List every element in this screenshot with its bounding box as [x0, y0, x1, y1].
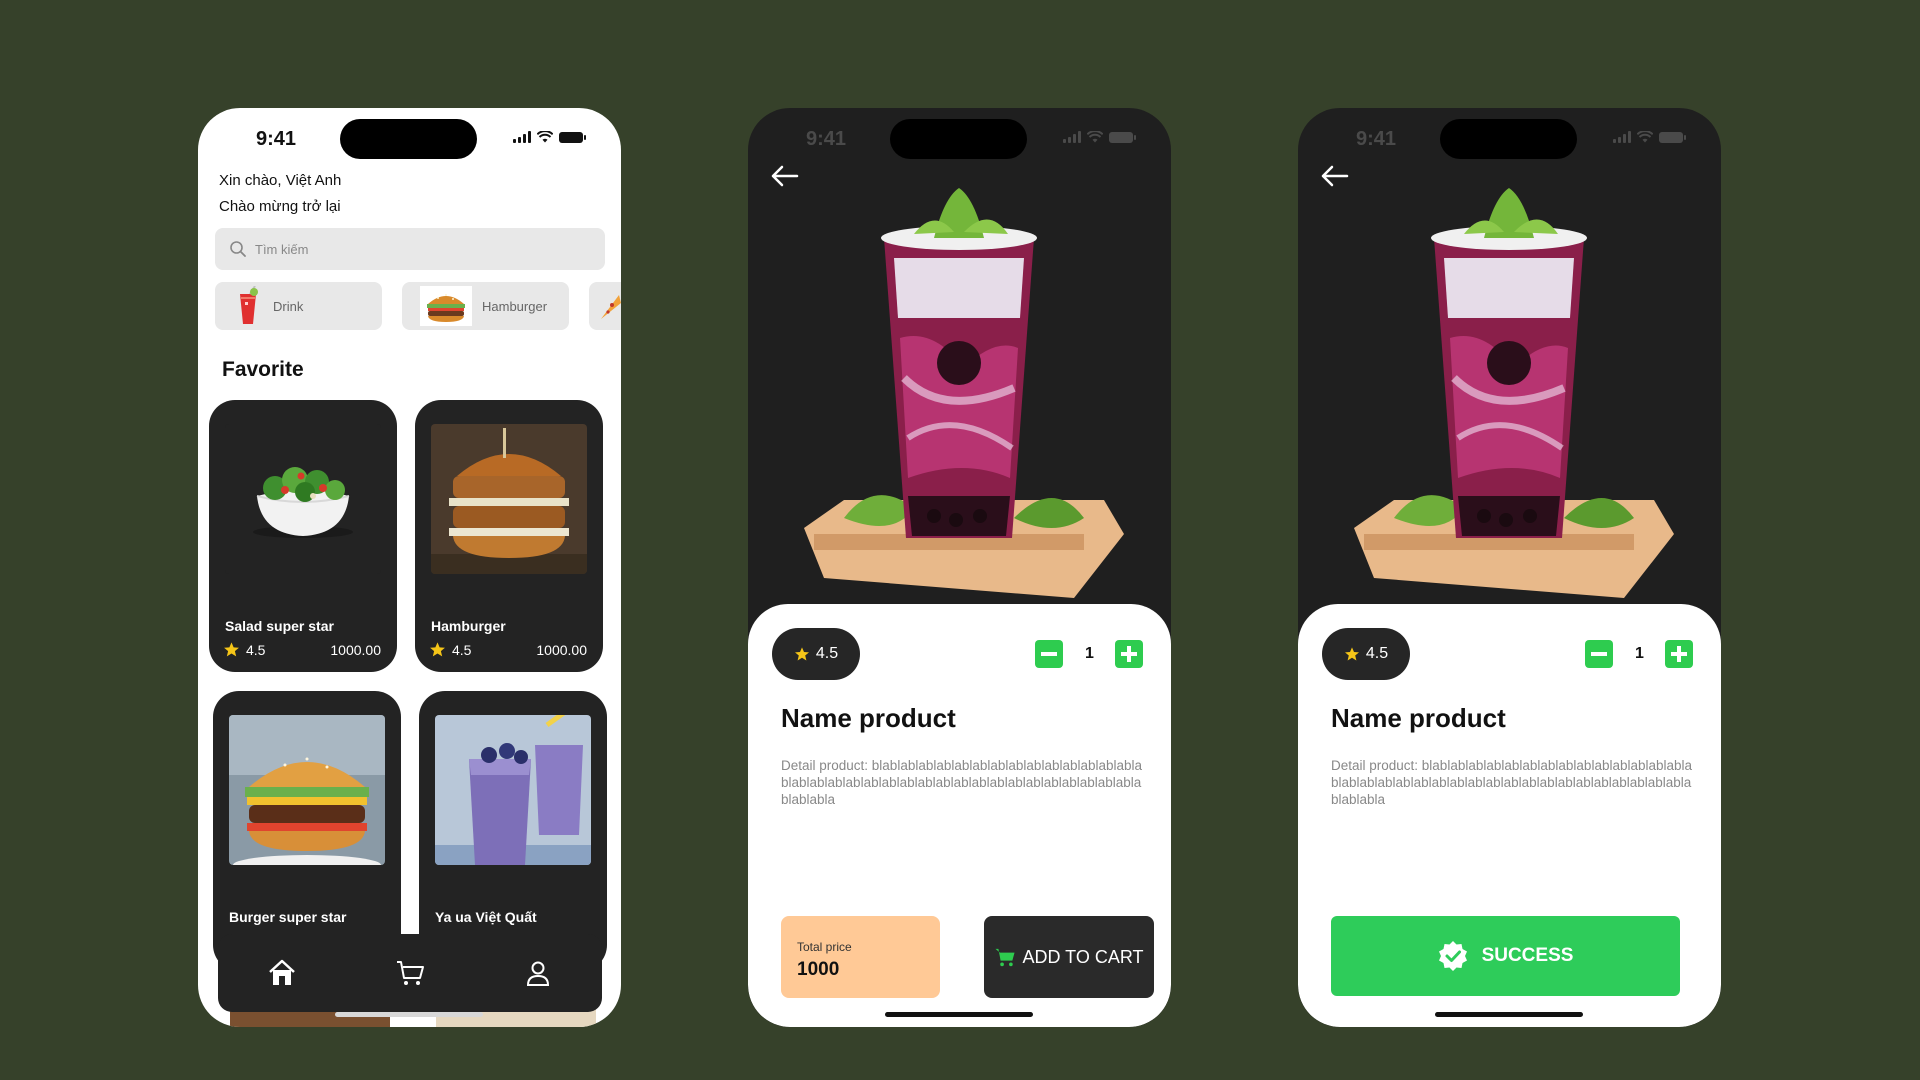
signal-icon — [1063, 131, 1081, 143]
favorite-card-burger-super-star[interactable]: Burger super star — [213, 691, 401, 971]
rating-badge: 4.5 — [1322, 628, 1410, 680]
category-drink[interactable]: Drink — [215, 282, 382, 330]
home-screen: 9:41 Xin chào, Việt Anh Chào mừng trở lạ… — [198, 108, 621, 1027]
product-description: Detail product: blablablablablablablabla… — [1331, 758, 1693, 807]
quantity-stepper: 1 — [1035, 640, 1143, 668]
detail-sheet: 4.5 1 Name product Detail product: blabl… — [748, 604, 1171, 1027]
card-name: Burger super star — [229, 909, 347, 925]
product-image — [804, 188, 1124, 598]
rating-value: 4.5 — [815, 645, 839, 662]
wifi-icon — [1637, 131, 1653, 143]
detail-screen: 9:41 4.5 1 Name product Detail product: … — [748, 108, 1171, 1027]
category-list: Drink Hamburger — [215, 282, 621, 330]
battery-icon — [559, 132, 586, 143]
card-name: Ya ua Việt Quất — [435, 909, 537, 925]
rating-badge: 4.5 — [772, 628, 860, 680]
status-time: 9:41 — [1356, 128, 1397, 150]
status-time: 9:41 — [256, 128, 297, 150]
status-icons — [1063, 131, 1136, 143]
category-hamburger[interactable]: Hamburger — [402, 282, 569, 330]
card-price: 1000.00 — [536, 641, 587, 658]
product-name: Name product — [781, 703, 956, 733]
cart-icon[interactable] — [395, 958, 425, 988]
status-time: 9:41 — [806, 128, 847, 150]
status-bar: 9:41 — [198, 108, 621, 168]
dynamic-island — [340, 119, 477, 159]
star-icon — [794, 647, 809, 661]
battery-icon — [1109, 132, 1136, 143]
star-icon — [224, 642, 239, 657]
total-price-box: Total price 1000 — [781, 916, 940, 998]
status-bar: 9:41 — [1298, 108, 1721, 168]
card-rating: 4.5 — [246, 641, 266, 658]
total-price-label: Total price — [797, 940, 852, 954]
user-icon[interactable] — [523, 958, 553, 988]
wifi-icon — [1087, 131, 1103, 143]
card-name: Hamburger — [431, 618, 506, 634]
home-icon[interactable] — [267, 958, 297, 988]
success-label: SUCCESS — [1481, 945, 1574, 966]
hamburger-image — [431, 424, 587, 574]
signal-icon — [1613, 131, 1631, 143]
star-icon — [1344, 647, 1359, 661]
add-to-cart-label: ADD TO CART — [1022, 946, 1144, 967]
greeting-text: Xin chào, Việt Anh — [219, 172, 342, 189]
home-indicator — [885, 1012, 1033, 1017]
card-price: 1000.00 — [330, 641, 381, 658]
battery-icon — [1659, 132, 1686, 143]
cart-icon — [995, 948, 1016, 967]
category-label: Hamburger — [482, 298, 548, 314]
hamburger-icon — [420, 286, 472, 326]
burger-image — [229, 715, 385, 865]
search-input[interactable]: Tìm kiếm — [215, 228, 605, 270]
pizza-icon — [601, 295, 621, 319]
category-label: Drink — [273, 298, 304, 314]
signal-icon — [513, 131, 531, 143]
quantity-value: 1 — [1635, 645, 1644, 662]
favorite-card-salad[interactable]: Salad super star 4.5 1000.00 — [209, 400, 397, 672]
decrease-quantity-button[interactable] — [1035, 640, 1063, 668]
decrease-quantity-button[interactable] — [1585, 640, 1613, 668]
welcome-text: Chào mừng trở lại — [219, 198, 341, 215]
home-indicator — [1435, 1012, 1583, 1017]
status-bar: 9:41 — [748, 108, 1171, 168]
card-meta: 4.5 1000.00 — [429, 641, 587, 658]
product-name: Name product — [1331, 703, 1506, 733]
add-to-cart-button[interactable]: ADD TO CART — [984, 916, 1154, 998]
favorite-card-ya-ua-viet-quat[interactable]: Ya ua Việt Quất — [419, 691, 607, 971]
card-rating: 4.5 — [452, 641, 472, 658]
wifi-icon — [537, 131, 553, 143]
dynamic-island — [1440, 119, 1577, 159]
success-button[interactable]: SUCCESS — [1331, 916, 1680, 996]
category-pizza[interactable] — [589, 282, 621, 330]
product-description: Detail product: blablablablablablablabla… — [781, 758, 1143, 807]
salad-image — [225, 424, 381, 574]
search-placeholder: Tìm kiếm — [255, 241, 309, 257]
search-icon — [230, 241, 246, 257]
success-screen: 9:41 4.5 1 Name product Detail product: … — [1298, 108, 1721, 1027]
increase-quantity-button[interactable] — [1665, 640, 1693, 668]
star-icon — [430, 642, 445, 657]
drink-icon — [240, 286, 258, 324]
card-meta: 4.5 1000.00 — [223, 641, 381, 658]
blueberry-yogurt-image — [435, 715, 591, 865]
home-indicator — [335, 1012, 483, 1017]
verified-check-icon — [1438, 941, 1467, 971]
bottom-nav — [218, 934, 602, 1012]
product-image — [1354, 188, 1674, 598]
favorite-card-hamburger[interactable]: Hamburger 4.5 1000.00 — [415, 400, 603, 672]
quantity-stepper: 1 — [1585, 640, 1693, 668]
dynamic-island — [890, 119, 1027, 159]
favorite-title: Favorite — [222, 358, 304, 381]
quantity-value: 1 — [1085, 645, 1094, 662]
detail-sheet: 4.5 1 Name product Detail product: blabl… — [1298, 604, 1721, 1027]
total-price-value: 1000 — [797, 959, 840, 980]
status-icons — [513, 131, 586, 143]
card-name: Salad super star — [225, 618, 334, 634]
increase-quantity-button[interactable] — [1115, 640, 1143, 668]
rating-value: 4.5 — [1365, 645, 1389, 662]
status-icons — [1613, 131, 1686, 143]
